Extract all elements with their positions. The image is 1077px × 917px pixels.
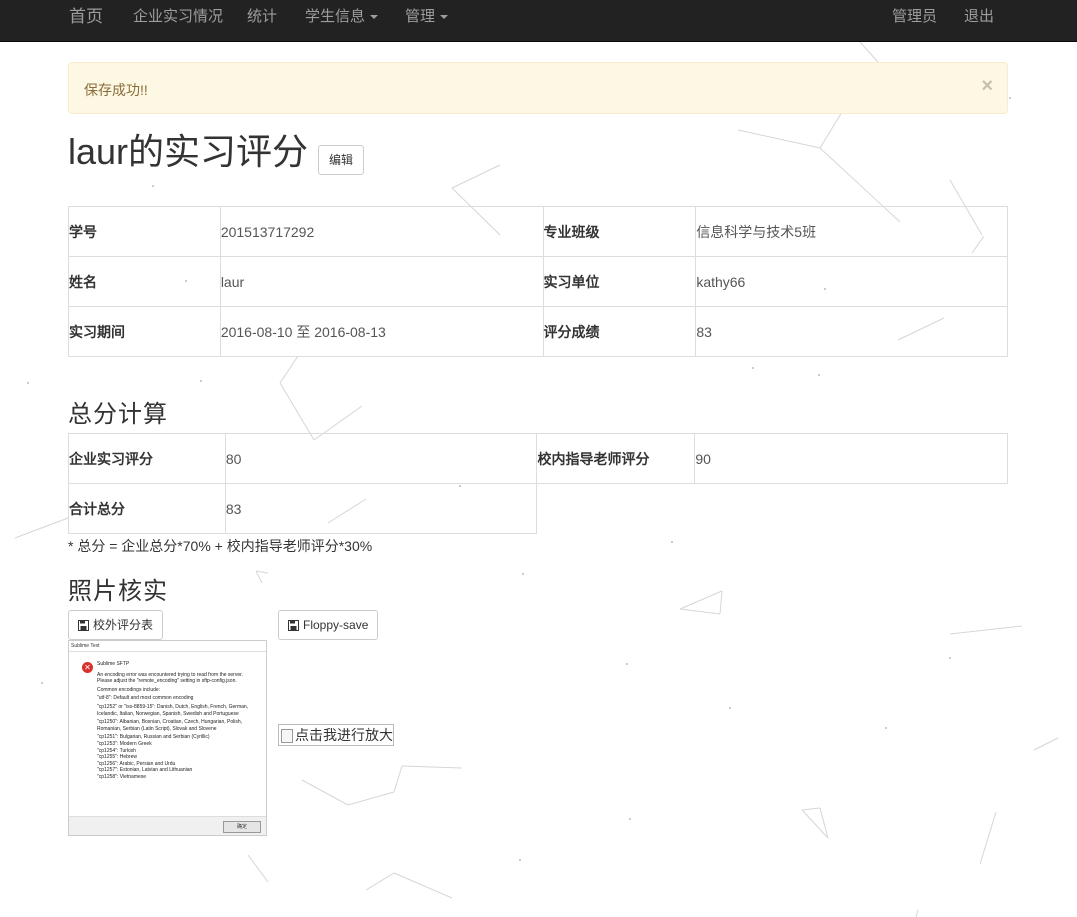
thumb-line: Icelandic, Italian, Norwegian, Spanish, …	[97, 710, 239, 717]
score-formula-note: * 总分 = 企业总分*70% + 校内指导老师评分*30%	[68, 538, 373, 554]
table-row: 企业实习评分 80 校内指导老师评分 90	[68, 433, 1008, 484]
value-period: 2016-08-10 至 2016-08-13	[219, 306, 544, 357]
thumb-line: Common encodings include:	[97, 686, 161, 693]
caret-down-icon	[370, 15, 379, 20]
zoomable-photo[interactable]: 点击我进行放大	[278, 724, 394, 746]
value-name: laur	[219, 256, 544, 307]
thumb-line: "cp1258": Vietnamese	[97, 773, 147, 780]
value-company: kathy66	[695, 256, 1008, 307]
floppy-save-button[interactable]: Floppy-save	[278, 610, 379, 640]
value-student-id: 201513717292	[219, 206, 544, 257]
label-enterprise-score: 企业实习评分	[68, 433, 226, 484]
thumb-line: "cp1254": Turkish	[97, 747, 136, 754]
thumb-ok-button: 确定	[223, 821, 261, 833]
photo-thumbnail[interactable]: Sublime Text ✕ Sublime SFTP An encoding …	[68, 640, 267, 836]
thumb-lines: An encoding error was encountered trying…	[97, 672, 260, 781]
nav-home[interactable]: 首页	[69, 0, 103, 33]
label-period: 实习期间	[68, 306, 221, 357]
nav-student-info-label: 学生信息	[305, 8, 366, 25]
nav-admin[interactable]: 管理员	[892, 0, 937, 33]
edit-button[interactable]: 编辑	[318, 145, 364, 175]
thumb-line: "cp1252" or "iso-8859-15": Danish, Dutch…	[97, 703, 249, 710]
label-grade: 评分成绩	[542, 306, 697, 357]
label-total-score: 合计总分	[68, 483, 226, 534]
broken-image-alt: 点击我进行放大	[295, 727, 393, 743]
close-icon[interactable]: ×	[981, 76, 993, 96]
table-row: 姓名 laur 实习单位 kathy66	[68, 256, 1008, 307]
label-company: 实习单位	[542, 256, 697, 307]
thumb-line: Romanian, Serbian (Latin Script), Slovak…	[97, 725, 217, 732]
nav-logout[interactable]: 退出	[964, 0, 994, 33]
thumb-line: Please adjust the "remote_encoding" sett…	[97, 678, 237, 685]
nav-manage-label: 管理	[405, 8, 436, 25]
floppy-save-icon	[78, 620, 89, 632]
value-major-class: 信息科学与技术5班	[695, 206, 1008, 257]
photo-section-heading: 照片核实	[68, 577, 168, 605]
table-row: 实习期间 2016-08-10 至 2016-08-13 评分成绩 83	[68, 306, 1008, 357]
thumb-line: "cp1253": Modern Greek	[97, 740, 152, 747]
table-row: 合计总分 83	[68, 483, 1008, 534]
external-score-sheet-button[interactable]: 校外评分表	[68, 610, 164, 640]
table-row: 学号 201513717292 专业班级 信息科学与技术5班	[68, 206, 1008, 257]
floppy-save-icon	[288, 620, 299, 632]
thumb-dialog-body: ✕ Sublime SFTP An encoding error was enc…	[69, 652, 266, 817]
value-grade: 83	[695, 306, 1008, 357]
score-table: 企业实习评分 80 校内指导老师评分 90 合计总分 83	[68, 433, 1008, 534]
value-teacher-score: 90	[694, 433, 1008, 484]
nav-student-info-dropdown[interactable]: 学生信息	[305, 0, 379, 33]
nav-manage-dropdown[interactable]: 管理	[405, 0, 449, 33]
value-enterprise-score: 80	[224, 433, 538, 484]
thumb-line: "cp1255": Hebrew	[97, 754, 137, 761]
thumb-line: "utf-8": Default and most common encodin…	[97, 695, 194, 702]
floppy-save-label: Floppy-save	[303, 618, 369, 632]
thumb-line: "cp1256": Arabic, Persian and Urdu	[97, 760, 176, 767]
thumb-heading: Sublime SFTP	[97, 661, 130, 667]
thumb-line: "cp1250": Albanian, Bosnian, Croatian, C…	[97, 719, 243, 726]
page-title: laur的实习评分	[68, 131, 309, 172]
score-section-heading: 总分计算	[68, 400, 168, 428]
thumb-dialog-text: Sublime SFTP An encoding error was encou…	[97, 661, 260, 781]
external-score-sheet-label: 校外评分表	[93, 618, 154, 632]
top-navbar: 首页 企业实习情况 统计 学生信息 管理 管理员 退出	[0, 0, 1077, 42]
caret-down-icon	[440, 15, 449, 20]
thumb-window-title: Sublime Text	[69, 641, 266, 652]
label-name: 姓名	[68, 256, 221, 307]
thumb-footer: 确定	[69, 816, 266, 835]
broken-image-icon	[281, 729, 293, 744]
student-info-table: 学号 201513717292 专业班级 信息科学与技术5班 姓名 laur 实…	[68, 206, 1008, 357]
nav-stats[interactable]: 统计	[247, 0, 277, 33]
label-student-id: 学号	[68, 206, 221, 257]
thumb-line: An encoding error was encountered trying…	[97, 671, 243, 678]
label-major-class: 专业班级	[542, 206, 697, 257]
value-total-score: 83	[224, 483, 538, 534]
error-icon: ✕	[82, 662, 93, 673]
alert-message: 保存成功!!	[84, 82, 148, 98]
success-alert: 保存成功!! ×	[68, 62, 1008, 114]
nav-internship[interactable]: 企业实习情况	[133, 0, 223, 33]
thumb-line: "cp1257": Estonian, Latvian and Lithuani…	[97, 767, 193, 774]
label-teacher-score: 校内指导老师评分	[536, 433, 696, 484]
thumb-line: "cp1251": Bulgarian, Russian and Serbian…	[97, 734, 210, 741]
